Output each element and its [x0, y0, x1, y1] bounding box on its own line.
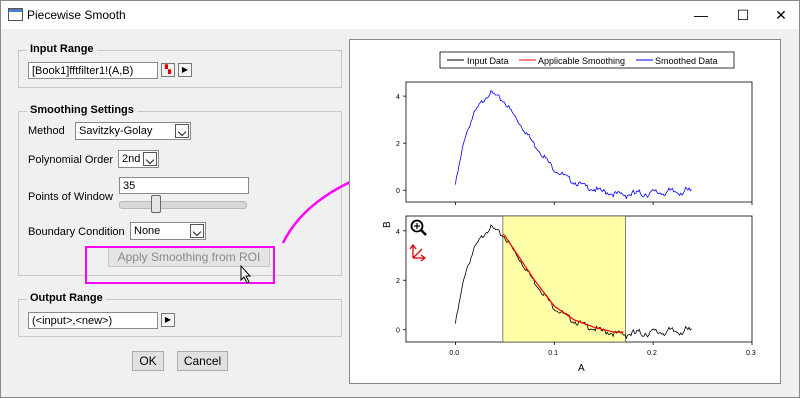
- y-tick-label: 0: [396, 188, 400, 195]
- y-tick-label: 4: [396, 229, 400, 236]
- y-tick-label: 4: [396, 94, 400, 101]
- y-tick-label: 0: [396, 328, 400, 335]
- dialog-window: Piecewise Smooth — ☐ ✕ Input Range [Book…: [0, 0, 800, 398]
- y-axis-label: B: [382, 221, 393, 228]
- mouse-cursor-icon: [240, 264, 252, 284]
- plot-frame: [405, 81, 753, 203]
- preview-plot-panel: Input Data Applicable Smoothing Smoothed…: [349, 39, 781, 384]
- roi-region[interactable]: [502, 215, 626, 343]
- x-axis-label: A: [578, 363, 585, 374]
- legend-applicable-label: Applicable Smoothing: [538, 56, 625, 66]
- legend-input-label: Input Data: [467, 56, 509, 66]
- x-tick-label: 0.1: [548, 350, 558, 357]
- legend-smoothed-label: Smoothed Data: [655, 56, 718, 66]
- bottom-plot: 0 2 4 0.0 0.1 0.2 0.3: [396, 215, 756, 357]
- top-plot: 0 2 4: [396, 81, 753, 205]
- y-tick-label: 2: [396, 278, 400, 285]
- y-tick-label: 2: [396, 141, 400, 148]
- preview-chart: Input Data Applicable Smoothing Smoothed…: [382, 51, 756, 374]
- x-tick-label: 0.0: [449, 350, 459, 357]
- x-tick-label: 0.2: [647, 350, 657, 357]
- x-tick-label: 0.3: [746, 350, 756, 357]
